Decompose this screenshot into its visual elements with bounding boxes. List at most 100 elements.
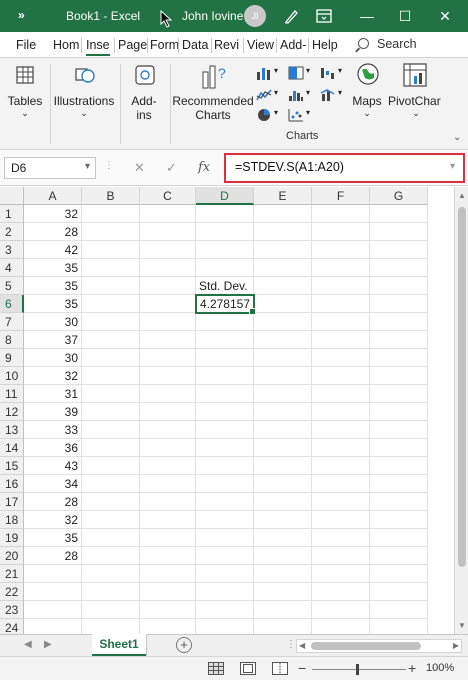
cell-d2[interactable] [196, 223, 254, 241]
cell-b23[interactable] [82, 601, 140, 619]
cell-f5[interactable] [312, 277, 370, 295]
cell-b9[interactable] [82, 349, 140, 367]
cell-f10[interactable] [312, 367, 370, 385]
tab-add-ins[interactable]: Add- [280, 38, 306, 52]
formula-input[interactable]: =STDEV.S(A1:A20) ▾ [224, 153, 465, 183]
waterfall-chart-icon[interactable] [320, 66, 336, 80]
cell-a23[interactable] [24, 601, 82, 619]
cell-a18[interactable]: 32 [24, 511, 82, 529]
cell-c8[interactable] [140, 331, 196, 349]
tab-split-handle-icon[interactable]: ⋮ [286, 639, 296, 650]
cell-g18[interactable] [370, 511, 428, 529]
row-header-7[interactable]: 7 [0, 313, 24, 331]
ribbon-display-options-icon[interactable] [314, 6, 334, 26]
cell-d22[interactable] [196, 583, 254, 601]
cell-b6[interactable] [82, 295, 140, 313]
row-header-5[interactable]: 5 [0, 277, 24, 295]
scroll-right-arrow-icon[interactable]: ▶ [453, 641, 459, 650]
cell-g23[interactable] [370, 601, 428, 619]
chevron-down-icon[interactable]: ▾ [306, 108, 310, 117]
row-header-21[interactable]: 21 [0, 565, 24, 583]
chevron-down-icon[interactable]: ▾ [338, 66, 342, 75]
line-chart-icon[interactable] [256, 88, 272, 102]
cell-f19[interactable] [312, 529, 370, 547]
normal-view-icon[interactable] [208, 662, 224, 675]
cell-c22[interactable] [140, 583, 196, 601]
cell-d24[interactable] [196, 619, 254, 634]
cell-d11[interactable] [196, 385, 254, 403]
user-name[interactable]: John Iovine [182, 9, 243, 23]
cell-e16[interactable] [254, 475, 312, 493]
pivotchart-button[interactable]: PivotChar ⌄ [386, 58, 446, 128]
page-break-preview-icon[interactable] [272, 662, 288, 675]
cell-b21[interactable] [82, 565, 140, 583]
cell-b8[interactable] [82, 331, 140, 349]
row-header-20[interactable]: 20 [0, 547, 24, 565]
insert-function-button[interactable]: fx [198, 160, 210, 175]
cell-c10[interactable] [140, 367, 196, 385]
row-header-12[interactable]: 12 [0, 403, 24, 421]
cell-b3[interactable] [82, 241, 140, 259]
hierarchy-chart-icon[interactable] [288, 66, 304, 80]
cell-a14[interactable]: 36 [24, 439, 82, 457]
collapse-ribbon-icon[interactable]: ⌄ [453, 132, 461, 143]
cell-d17[interactable] [196, 493, 254, 511]
cell-e20[interactable] [254, 547, 312, 565]
cell-c18[interactable] [140, 511, 196, 529]
sheet-tab[interactable]: Sheet1 [92, 634, 146, 656]
tab-review[interactable]: Revi [214, 38, 239, 52]
cancel-entry-button[interactable]: ✕ [134, 160, 145, 176]
cell-g21[interactable] [370, 565, 428, 583]
tab-home[interactable]: Hom [53, 38, 79, 52]
cell-d16[interactable] [196, 475, 254, 493]
zoom-out-button[interactable]: − [298, 660, 306, 676]
zoom-slider[interactable] [312, 669, 406, 670]
pen-draw-icon[interactable] [282, 6, 302, 26]
cell-b15[interactable] [82, 457, 140, 475]
row-header-16[interactable]: 16 [0, 475, 24, 493]
cell-a24[interactable] [24, 619, 82, 634]
cell-f24[interactable] [312, 619, 370, 634]
cell-a17[interactable]: 28 [24, 493, 82, 511]
maximize-button[interactable]: ☐ [394, 5, 416, 27]
user-avatar[interactable]: JI [244, 5, 266, 27]
cell-c24[interactable] [140, 619, 196, 634]
cell-e17[interactable] [254, 493, 312, 511]
horizontal-scroll-thumb[interactable] [311, 642, 421, 650]
cell-e3[interactable] [254, 241, 312, 259]
zoom-in-button[interactable]: + [408, 660, 416, 676]
scroll-up-arrow-icon[interactable]: ▲ [458, 191, 466, 200]
name-box[interactable]: D6 ▾ [4, 157, 96, 179]
cell-d19[interactable] [196, 529, 254, 547]
pie-chart-icon[interactable] [256, 108, 272, 122]
combo-chart-icon[interactable] [320, 88, 336, 102]
row-header-1[interactable]: 1 [0, 205, 24, 223]
cell-d20[interactable] [196, 547, 254, 565]
cell-c19[interactable] [140, 529, 196, 547]
tab-data[interactable]: Data [182, 38, 208, 52]
cell-c6[interactable] [140, 295, 196, 313]
cell-d13[interactable] [196, 421, 254, 439]
cell-c23[interactable] [140, 601, 196, 619]
enter-button[interactable]: ✓ [166, 160, 177, 176]
cell-e13[interactable] [254, 421, 312, 439]
cell-b5[interactable] [82, 277, 140, 295]
previous-sheet-arrow-icon[interactable]: ◀ [24, 639, 32, 650]
cell-d14[interactable] [196, 439, 254, 457]
row-header-17[interactable]: 17 [0, 493, 24, 511]
cell-f12[interactable] [312, 403, 370, 421]
cell-f1[interactable] [312, 205, 370, 223]
cell-f20[interactable] [312, 547, 370, 565]
cell-e10[interactable] [254, 367, 312, 385]
cell-f15[interactable] [312, 457, 370, 475]
cell-g7[interactable] [370, 313, 428, 331]
cell-g24[interactable] [370, 619, 428, 634]
tab-help[interactable]: Help [312, 38, 338, 52]
cell-g10[interactable] [370, 367, 428, 385]
cell-e18[interactable] [254, 511, 312, 529]
cell-g9[interactable] [370, 349, 428, 367]
cell-g11[interactable] [370, 385, 428, 403]
illustrations-button[interactable]: Illustrations ⌄ [52, 58, 116, 150]
cell-b18[interactable] [82, 511, 140, 529]
minimize-button[interactable]: — [356, 5, 378, 27]
